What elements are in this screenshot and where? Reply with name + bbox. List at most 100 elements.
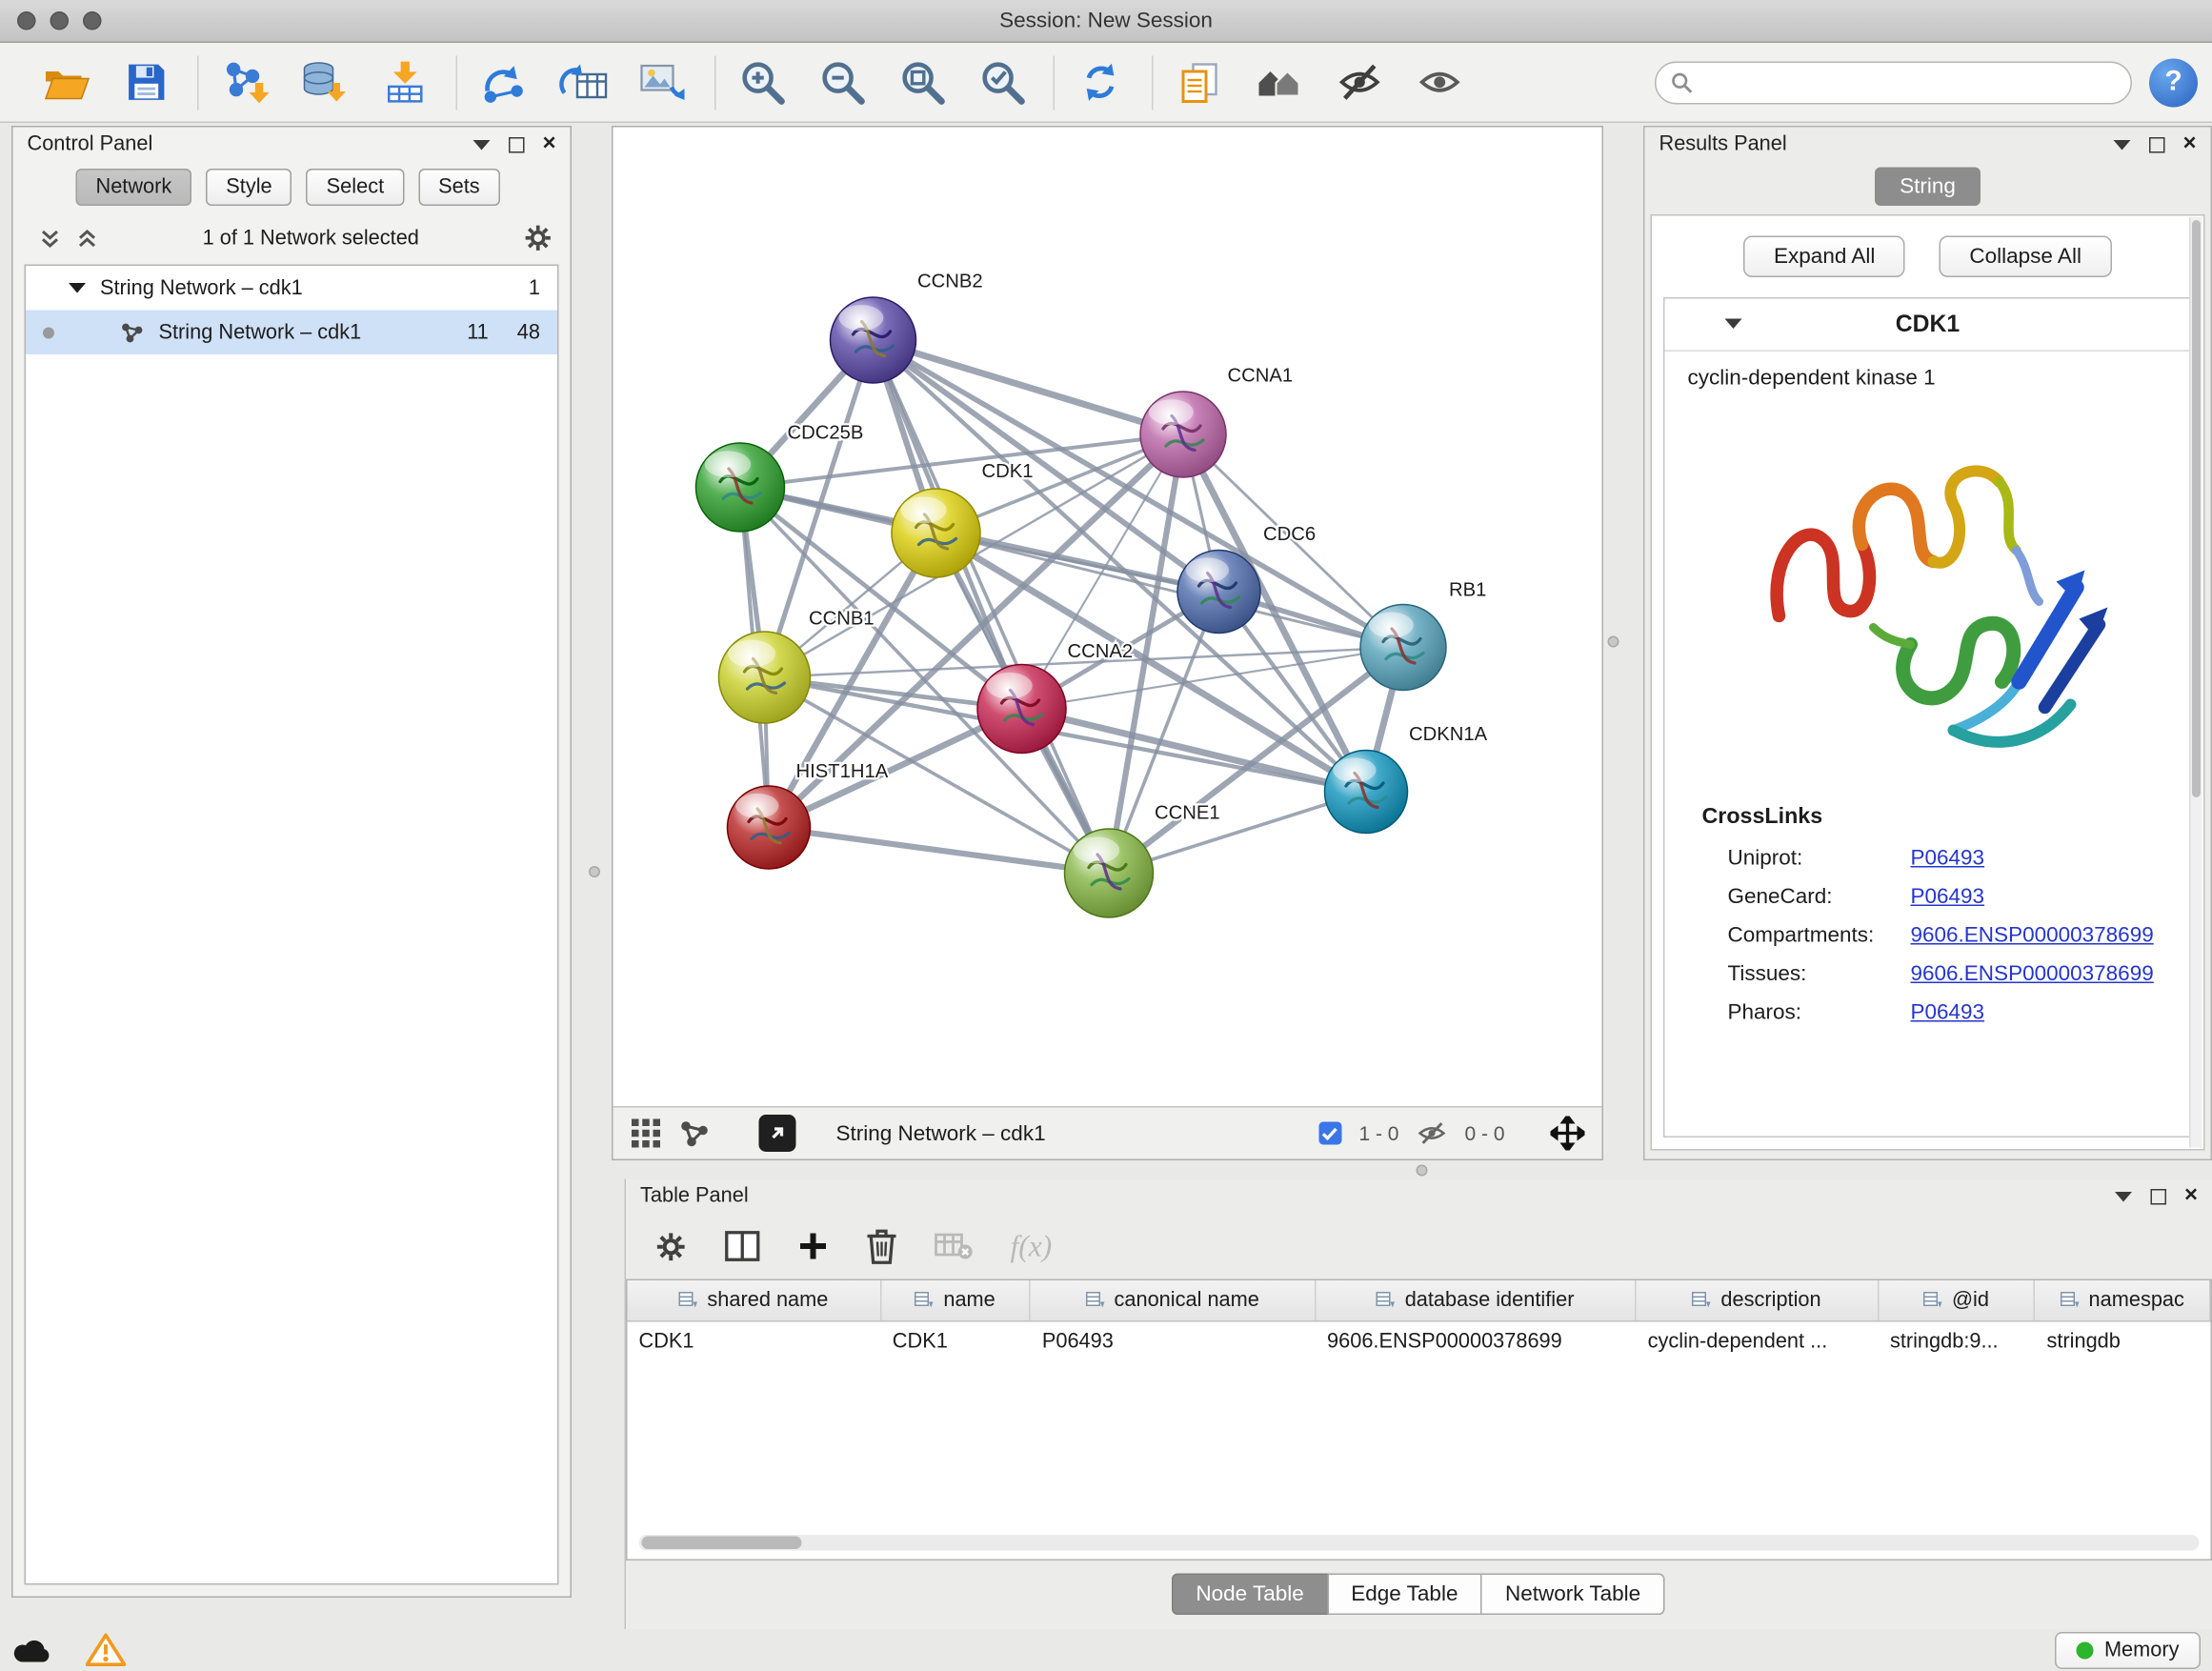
close-panel-icon[interactable]: × (2182, 133, 2196, 156)
detach-view-button[interactable] (759, 1115, 796, 1152)
hide-selected-button[interactable] (1328, 50, 1391, 113)
close-panel-icon[interactable]: × (542, 133, 555, 156)
tab-edge-table[interactable]: Edge Table (1327, 1574, 1482, 1616)
import-table-from-file-button[interactable] (373, 50, 436, 113)
tab-string[interactable]: String (1876, 168, 1981, 207)
open-session-button[interactable] (34, 50, 97, 113)
collapse-all-button[interactable]: Collapse All (1940, 236, 2112, 278)
tab-node-table[interactable]: Node Table (1172, 1574, 1328, 1616)
network-options-gear-icon[interactable] (523, 223, 553, 253)
zoom-window-button[interactable] (83, 11, 102, 30)
column-header--id[interactable]: @id (1879, 1280, 2036, 1320)
right-splitter-handle[interactable] (1608, 636, 1619, 648)
column-header-database-identifier[interactable]: database identifier (1316, 1280, 1637, 1320)
collapse-all-icon[interactable] (39, 227, 62, 250)
selected-checkbox[interactable] (1318, 1122, 1341, 1145)
network-node-CCNA1[interactable]: CCNA1 (1140, 366, 1293, 478)
tab-style[interactable]: Style (206, 169, 292, 206)
network-collection-row[interactable]: String Network – cdk1 1 (26, 266, 557, 311)
tab-sets[interactable]: Sets (418, 169, 500, 206)
close-window-button[interactable] (17, 11, 36, 30)
table-cell[interactable]: CDK1 (628, 1330, 881, 1353)
float-panel-icon[interactable] (473, 139, 490, 150)
function-builder-button-disabled: f(x) (1011, 1228, 1053, 1264)
birds-eye-view-icon[interactable] (631, 1117, 662, 1149)
memory-button[interactable]: Memory (2054, 1632, 2201, 1669)
network-node-CDKN1A[interactable]: CDKN1A (1325, 724, 1488, 834)
network-from-table-button[interactable] (552, 50, 614, 113)
table-options-gear-icon[interactable] (654, 1230, 688, 1263)
bottom-splitter-handle[interactable] (1417, 1165, 1428, 1177)
zoom-out-button[interactable] (811, 50, 874, 113)
tab-network[interactable]: Network (76, 169, 192, 206)
help-button[interactable]: ? (2149, 58, 2198, 107)
refresh-button[interactable] (1069, 50, 1132, 113)
network-node-RB1[interactable]: RB1 (1360, 580, 1486, 691)
expand-all-icon[interactable] (76, 227, 99, 250)
save-session-button[interactable] (114, 50, 177, 113)
crosslink-link[interactable]: P06493 (1911, 1000, 1985, 1025)
show-columns-icon[interactable] (725, 1231, 761, 1262)
clone-network-button[interactable] (1168, 50, 1231, 113)
section-expander-icon[interactable] (1725, 319, 1742, 330)
import-network-from-database-button[interactable] (293, 50, 356, 113)
network-node-CCNB1[interactable]: CCNB1 (719, 609, 875, 724)
zoom-in-button[interactable] (731, 50, 794, 113)
close-panel-icon[interactable]: × (2184, 1185, 2198, 1208)
tab-network-table[interactable]: Network Table (1480, 1574, 1664, 1616)
left-splitter-handle[interactable] (589, 866, 600, 877)
float-panel-icon[interactable] (2114, 1191, 2131, 1201)
float-panel-icon[interactable] (2113, 139, 2130, 150)
network-node-CDK1[interactable]: CDK1 (892, 461, 1034, 577)
network-overview-icon[interactable] (679, 1119, 711, 1148)
results-scrollbar[interactable] (2189, 217, 2202, 1148)
search-input[interactable] (1702, 70, 2117, 93)
table-cell[interactable]: stringdb:9... (1879, 1330, 2036, 1353)
column-header-name[interactable]: name (881, 1280, 1031, 1320)
table-cell[interactable]: P06493 (1031, 1330, 1316, 1353)
cdk1-section-header[interactable]: CDK1 (1665, 299, 2191, 352)
network-node-CCNE1[interactable]: CCNE1 (1065, 803, 1220, 918)
network-graph[interactable]: CCNB2CCNA1CDC25BCDK1CDC6RB1CCNB1CCNA2CDK… (613, 128, 1602, 1107)
column-header-description[interactable]: description (1637, 1280, 1879, 1320)
column-header-namespac[interactable]: namespac (2035, 1280, 2210, 1320)
import-network-from-file-button[interactable] (213, 50, 276, 113)
table-cell[interactable]: stringdb (2035, 1330, 2210, 1353)
crosslink-link[interactable]: P06493 (1911, 885, 1985, 910)
network-node-HIST1H1A[interactable]: HIST1H1A (728, 761, 889, 869)
crosslink-link[interactable]: 9606.ENSP00000378699 (1911, 962, 2154, 987)
network-row[interactable]: String Network – cdk1 11 48 (26, 311, 557, 355)
network-canvas[interactable]: CCNB2CCNA1CDC25BCDK1CDC6RB1CCNB1CCNA2CDK… (613, 128, 1602, 1107)
column-header-shared-name[interactable]: shared name (628, 1280, 881, 1320)
maximize-panel-icon[interactable] (2150, 1188, 2166, 1204)
expand-all-button[interactable]: Expand All (1744, 236, 1905, 278)
open-folder-icon (42, 61, 90, 104)
delete-column-icon[interactable] (866, 1228, 897, 1265)
zoom-fit-button[interactable] (891, 50, 954, 113)
table-cell[interactable]: CDK1 (881, 1330, 1031, 1353)
minimize-window-button[interactable] (50, 11, 70, 30)
table-cell[interactable]: 9606.ENSP00000378699 (1316, 1330, 1637, 1353)
column-header-canonical-name[interactable]: canonical name (1031, 1280, 1316, 1320)
maximize-panel-icon[interactable] (508, 136, 524, 152)
crosslink-link[interactable]: 9606.ENSP00000378699 (1911, 923, 2154, 948)
table-cell[interactable]: cyclin-dependent ... (1637, 1330, 1879, 1353)
first-neighbors-button[interactable] (1248, 50, 1311, 113)
crosslink-link[interactable]: P06493 (1911, 846, 1985, 871)
cloud-status-button[interactable] (11, 1635, 54, 1665)
new-network-button[interactable] (472, 50, 534, 113)
add-column-icon[interactable] (797, 1231, 829, 1262)
search-box[interactable] (1655, 61, 2132, 104)
warnings-button[interactable] (86, 1632, 126, 1668)
table-horizontal-scrollbar[interactable] (639, 1535, 2200, 1551)
show-all-button[interactable] (1408, 50, 1471, 113)
pan-move-icon[interactable] (1551, 1117, 1585, 1151)
maximize-panel-icon[interactable] (2148, 136, 2164, 152)
hidden-eye-slash-icon[interactable] (1416, 1120, 1447, 1146)
application-window: Session: New Session (0, 0, 2212, 1671)
table-row[interactable]: CDK1CDK1P064939606.ENSP00000378699cyclin… (628, 1322, 2211, 1361)
tab-select[interactable]: Select (307, 169, 404, 206)
export-image-button[interactable] (632, 50, 694, 113)
zoom-selected-button[interactable] (971, 50, 1034, 113)
collection-expander-icon[interactable] (69, 283, 86, 293)
